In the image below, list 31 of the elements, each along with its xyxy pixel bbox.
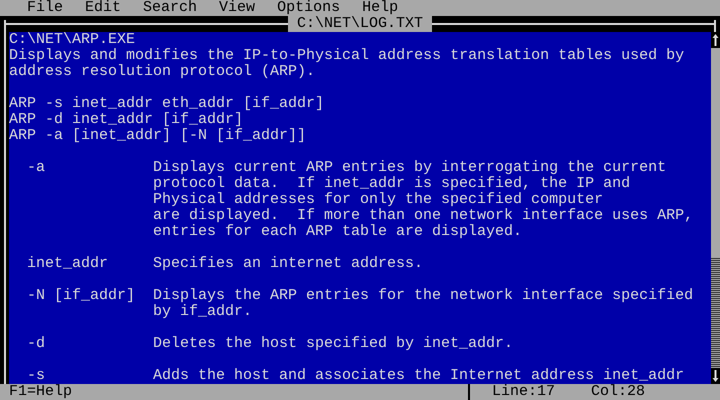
editor-text-line: Displays and modifies the IP-to-Physical address translation tables used by — [9, 47, 684, 64]
menu-item[interactable]: Edit — [85, 0, 122, 16]
option-description: Displays current ARP entries by interrogating the current protocol data. If inet_addr is specified, the IP and Physical addresses for only the specified computer are displayed. If more than one network interface uses ARP, entries for each ARP table are displayed. — [153, 160, 694, 240]
line-indicator: Line:17 — [492, 384, 556, 400]
editor-text-line: ARP -a [inet_addr] [-N [if_addr]] — [9, 127, 306, 144]
option-name: -d — [27, 335, 46, 352]
menu-item[interactable]: Options — [277, 0, 340, 16]
option-description: Deletes the host specified by inet_addr. — [153, 336, 514, 352]
option-name: -s — [27, 367, 46, 384]
editor-text-line: ARP -d inet_addr [if_addr] — [9, 111, 244, 128]
scroll-thumb[interactable] — [711, 258, 720, 368]
option-description: Adds the host and associates the Internet address inet_addr — [153, 368, 684, 384]
window-title: C:\NET\LOG.TXT — [288, 16, 432, 32]
down-arrow-icon[interactable] — [711, 368, 720, 384]
option-name: -a — [27, 159, 46, 176]
column-indicator: Col:28 — [591, 384, 646, 400]
editor-text-line: address resolution protocol (ARP). — [9, 63, 316, 80]
menu-item[interactable]: Search — [143, 0, 198, 16]
up-arrow-icon[interactable] — [711, 32, 720, 48]
editor-area[interactable] — [9, 32, 711, 384]
option-name: -N [if_addr] — [27, 287, 136, 304]
option-description: Displays the ARP entries for the network interface specified by if_addr. — [153, 288, 694, 320]
menu-item[interactable]: File — [27, 0, 64, 16]
menu-item[interactable]: Help — [362, 0, 398, 16]
scroll-bar[interactable] — [711, 32, 720, 384]
editor-text-line: C:\NET\ARP.EXE — [9, 32, 136, 48]
editor-text-line: ARP -s inet_addr eth_addr [if_addr] — [9, 95, 324, 112]
option-description: Specifies an internet address. — [153, 256, 424, 272]
menu-item[interactable]: View — [219, 0, 256, 16]
option-name: inet_addr — [27, 255, 108, 272]
help-hint: F1=Help — [8, 384, 74, 400]
